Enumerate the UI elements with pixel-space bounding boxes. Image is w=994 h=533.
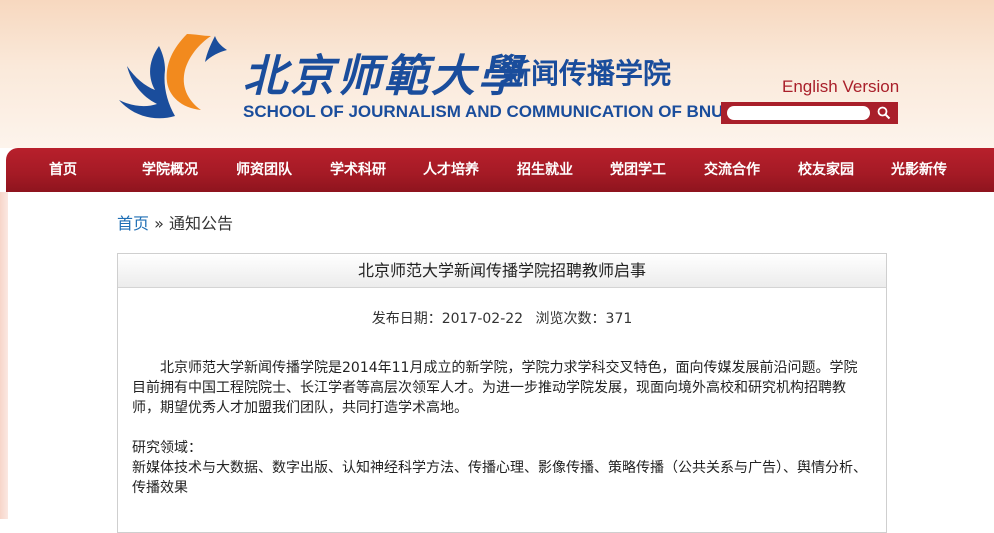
nav-item-admissions[interactable]: 招生就业 [517,148,573,192]
breadcrumb-current: 通知公告 [169,214,234,233]
nav-item-alumni[interactable]: 校友家园 [798,148,854,192]
intro-paragraph: 北京师范大学新闻传播学院是2014年11月成立的新学院，学院力求学科交叉特色，面… [132,360,858,416]
article-title: 北京师范大学新闻传播学院招聘教师启事 [118,254,886,288]
nav-item-party-student[interactable]: 党团学工 [610,148,666,192]
nav-item-gallery[interactable]: 光影新传 [891,148,947,192]
publish-date: 发布日期：2017-02-22 [372,311,523,327]
publish-date-label: 发布日期： [371,311,442,327]
article-panel: 北京师范大学新闻传播学院招聘教师启事 发布日期：2017-02-22 浏览次数：… [117,253,887,533]
search-icon [877,106,891,120]
research-label: 研究领域： [132,440,202,456]
english-version-link[interactable]: English Version [782,77,899,97]
main-nav: 首页 学院概况 师资团队 学术科研 人才培养 招生就业 党团学工 交流合作 校友… [6,148,994,192]
bnu-phoenix-logo-icon [119,34,227,119]
nav-item-education[interactable]: 人才培养 [423,148,479,192]
site-logo[interactable]: 北京师範大學 新闻传播学院 SCHOOL OF JOURNALISM AND C… [115,30,723,130]
nav-item-about[interactable]: 学院概况 [142,148,198,192]
side-decoration [0,192,8,519]
university-name-cn: 北京师範大學 [243,51,525,102]
site-header: 北京师範大學 新闻传播学院 SCHOOL OF JOURNALISM AND C… [0,0,994,148]
breadcrumb-separator: » [154,214,164,233]
article-meta: 发布日期：2017-02-22 浏览次数：371 [118,308,886,328]
school-name-cn: 新闻传播学院 [503,57,672,90]
research-areas: 新媒体技术与大数据、数字出版、认知神经科学方法、传播心理、影像传播、策略传播（公… [132,460,867,496]
breadcrumb-home-link[interactable]: 首页 [117,214,149,233]
view-count-label: 浏览次数： [535,311,606,327]
article-body: 北京师范大学新闻传播学院是2014年11月成立的新学院，学院力求学科交叉特色，面… [132,358,867,498]
view-count-value: 371 [605,311,633,327]
search-input[interactable] [727,106,870,120]
publish-date-value: 2017-02-22 [441,311,524,327]
search-box [721,102,898,124]
view-count: 浏览次数：371 [536,311,633,327]
breadcrumb: 首页 » 通知公告 [117,210,233,234]
nav-item-home[interactable]: 首页 [49,148,77,192]
school-name-en: SCHOOL OF JOURNALISM AND COMMUNICATION O… [243,102,724,121]
nav-item-research[interactable]: 学术科研 [330,148,386,192]
nav-item-faculty[interactable]: 师资团队 [236,148,292,192]
nav-item-exchange[interactable]: 交流合作 [704,148,760,192]
search-button[interactable] [873,103,895,123]
